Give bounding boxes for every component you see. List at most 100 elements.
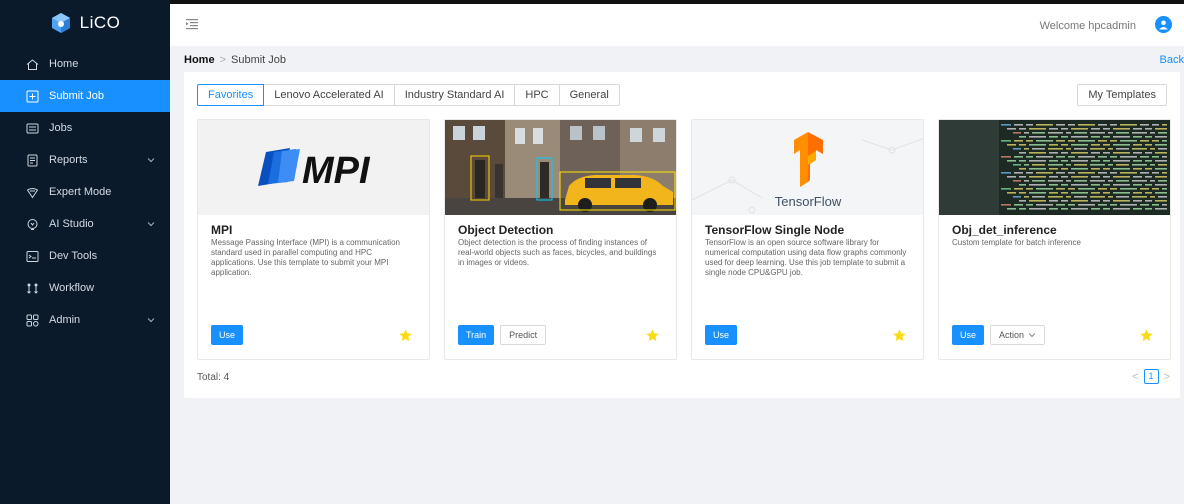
code-line [1013,196,1021,198]
template-card-tensorflow[interactable]: TensorFlow TensorFlow Single Node Tensor… [691,119,924,360]
mpi-logo-text: MPI [302,150,371,192]
code-line [1049,200,1058,202]
code-line [1061,168,1068,170]
code-line [1019,152,1026,154]
favorite-star-icon[interactable] [892,328,907,343]
code-line [1098,204,1107,206]
code-line [1091,128,1100,130]
sidebar-item-reports[interactable]: Reports [0,144,170,176]
sidebar-item-expert-mode[interactable]: Expert Mode [0,176,170,208]
code-line [1019,160,1026,162]
code-line [1007,144,1016,146]
tab-favorites[interactable]: Favorites [197,84,265,106]
my-templates-button[interactable]: My Templates [1077,84,1167,106]
code-line [1032,180,1045,182]
sidebar-item-workflow[interactable]: Workflow [0,272,170,304]
tab-general[interactable]: General [559,84,620,106]
breadcrumb-home[interactable]: Home [184,54,215,66]
code-line [1132,148,1147,150]
code-line [1133,192,1142,194]
code-line [1145,200,1152,202]
template-card-obj-det-inference[interactable]: Obj_det_inference Custom template for ba… [938,119,1171,360]
predict-button[interactable]: Predict [500,325,547,345]
card-description: TensorFlow is an open source software li… [705,238,907,277]
chevron-down-icon [147,158,155,163]
code-line [1098,172,1107,174]
use-button[interactable]: Use [952,325,985,345]
code-line [1155,192,1167,194]
favorite-star-icon[interactable] [1139,328,1154,343]
code-line [1110,124,1117,126]
sidebar-item-dev-tools[interactable]: Dev Tools [0,240,170,272]
code-line [1140,204,1149,206]
top-bar: Welcome hpcadmin [170,0,1184,46]
code-line [1074,180,1087,182]
card-description: Custom template for batch inference [952,238,1081,247]
sidebar-item-ai-studio[interactable]: AI Studio [0,208,170,240]
code-line [1078,140,1095,142]
code-line [1019,136,1026,138]
code-line [1001,156,1011,158]
code-line [1071,160,1088,162]
code-line [1103,184,1110,186]
sidebar-item-home[interactable]: Home [0,48,170,80]
code-line [1029,200,1046,202]
code-line [1120,156,1137,158]
menu-fold-icon[interactable] [186,18,198,30]
action-dropdown-label: Action [999,330,1025,340]
code-line [1061,152,1068,154]
code-line [1116,196,1129,198]
code-line [1074,148,1087,150]
next-page-icon[interactable]: > [1164,371,1170,383]
code-line [1158,148,1167,150]
template-card-object-detection[interactable]: Object Detection Object detection is the… [444,119,677,360]
use-button[interactable]: Use [705,325,738,345]
code-line [1145,152,1152,154]
code-line [1120,172,1137,174]
code-line [1007,208,1016,210]
page-number[interactable]: 1 [1143,369,1159,384]
sidebar-item-jobs[interactable]: Jobs [0,112,170,144]
use-button[interactable]: Use [211,325,244,345]
card-title: Object Detection [458,223,554,237]
action-dropdown[interactable]: Action [990,325,1046,345]
code-line [1098,140,1107,142]
code-line [1078,156,1095,158]
code-line [1091,184,1100,186]
tab-lenovo-accelerated-ai[interactable]: Lenovo Accelerated AI [264,84,395,106]
code-line [1133,176,1142,178]
tab-hpc[interactable]: HPC [515,84,560,106]
sidebar: LiCO Home Submit Job Jobs Reports Expert Mod… [0,0,170,504]
code-line [1048,132,1063,134]
sidebar-item-admin[interactable]: Admin [0,304,170,336]
code-line [1145,168,1152,170]
code-line [1029,152,1046,154]
favorite-star-icon[interactable] [398,328,413,343]
total-count: Total: 4 [197,372,230,383]
code-line [1071,144,1088,146]
chevron-down-icon [147,318,155,323]
prev-page-icon[interactable]: < [1132,371,1138,383]
back-link[interactable]: Back [1160,54,1184,66]
user-avatar-icon[interactable] [1155,16,1172,33]
favorite-star-icon[interactable] [645,328,660,343]
logo[interactable]: LiCO [0,8,170,38]
template-card-mpi[interactable]: MPI MPI Message Passing Interface (MPI) … [197,119,430,360]
sidebar-item-submit-job[interactable]: Submit Job [0,80,170,112]
code-line [1140,188,1149,190]
ai-studio-icon [26,218,39,231]
code-line [1090,164,1105,166]
code-line [1155,160,1167,162]
code-line [1145,176,1152,178]
code-line [1120,204,1137,206]
train-button[interactable]: Train [458,325,495,345]
breadcrumb: Home > Submit Job [184,54,286,66]
code-line [1158,132,1167,134]
mpi-logo: MPI [258,148,371,192]
code-line [1066,148,1071,150]
code-line [1113,176,1130,178]
code-line [1066,132,1071,134]
admin-icon [26,314,39,327]
tab-industry-standard-ai[interactable]: Industry Standard AI [394,84,516,106]
code-line [1091,168,1100,170]
